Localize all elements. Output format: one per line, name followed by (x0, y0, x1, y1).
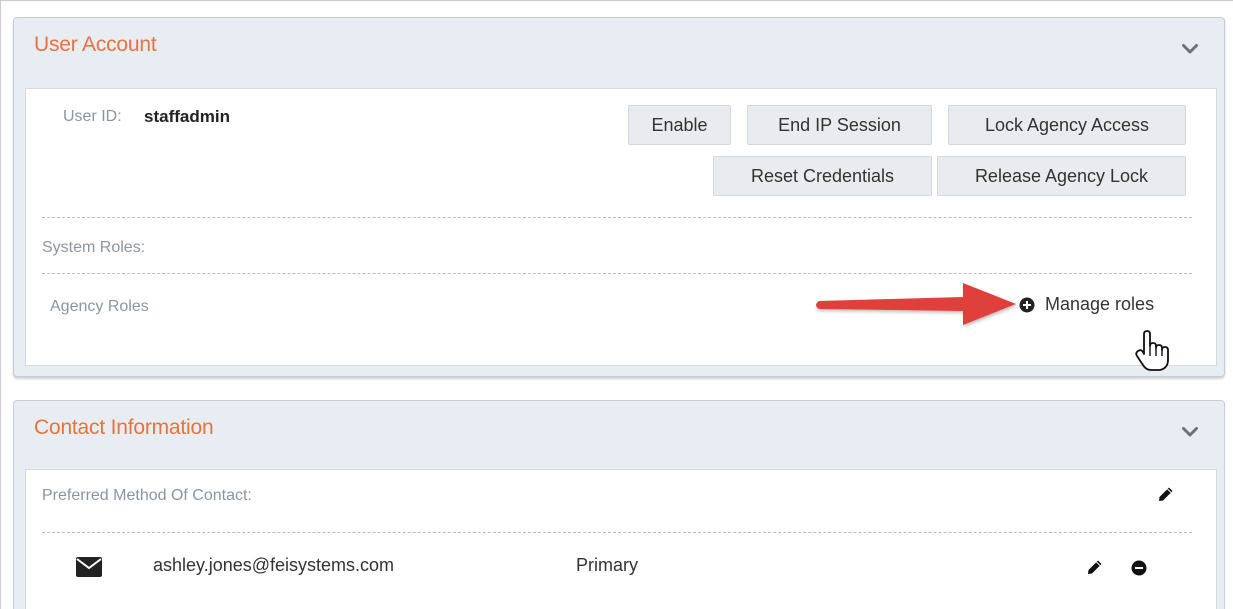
user-id-label: User ID: (63, 108, 122, 125)
annotation-arrow (816, 283, 1016, 325)
user-account-title: User Account (34, 33, 157, 56)
contact-information-title: Contact Information (34, 416, 214, 439)
divider (42, 217, 1192, 218)
divider (42, 532, 1192, 533)
agency-roles-label: Agency Roles (50, 298, 149, 315)
envelope-icon (76, 557, 102, 577)
chevron-down-icon[interactable] (1182, 43, 1198, 55)
plus-circle-icon (1019, 297, 1035, 312)
list-item: ashley.jones@feisystems.com Primary (26, 548, 1216, 584)
divider (42, 273, 1192, 274)
end-ip-session-button[interactable]: End IP Session (747, 105, 932, 145)
manage-roles-label: Manage roles (1045, 294, 1155, 314)
contact-email: ashley.jones@feisystems.com (153, 555, 395, 575)
preferred-method-label: Preferred Method Of Contact: (42, 487, 252, 504)
manage-roles-link[interactable]: Manage roles (1019, 294, 1154, 315)
reset-credentials-button[interactable]: Reset Credentials (713, 156, 932, 196)
enable-button[interactable]: Enable (628, 105, 731, 145)
system-roles-label: System Roles: (42, 239, 146, 256)
contact-information-body: Preferred Method Of Contact: ashley.jone… (25, 469, 1217, 609)
contact-information-panel: Contact Information Preferred Method Of … (13, 400, 1225, 609)
minus-circle-icon[interactable] (1131, 560, 1147, 576)
user-id-value: staffadmin (144, 107, 230, 126)
pencil-icon[interactable] (1087, 559, 1103, 575)
lock-agency-access-button[interactable]: Lock Agency Access (948, 105, 1186, 145)
user-account-panel: User Account User ID: staffadmin Enable … (13, 17, 1225, 377)
contact-type: Primary (576, 555, 638, 575)
pointer-hand-icon (1135, 330, 1169, 371)
release-agency-lock-button[interactable]: Release Agency Lock (937, 156, 1186, 196)
pencil-icon[interactable] (1158, 486, 1174, 502)
chevron-down-icon[interactable] (1182, 426, 1198, 438)
user-account-body: User ID: staffadmin Enable End IP Sessio… (25, 88, 1217, 371)
page-frame: User Account User ID: staffadmin Enable … (0, 0, 1233, 609)
